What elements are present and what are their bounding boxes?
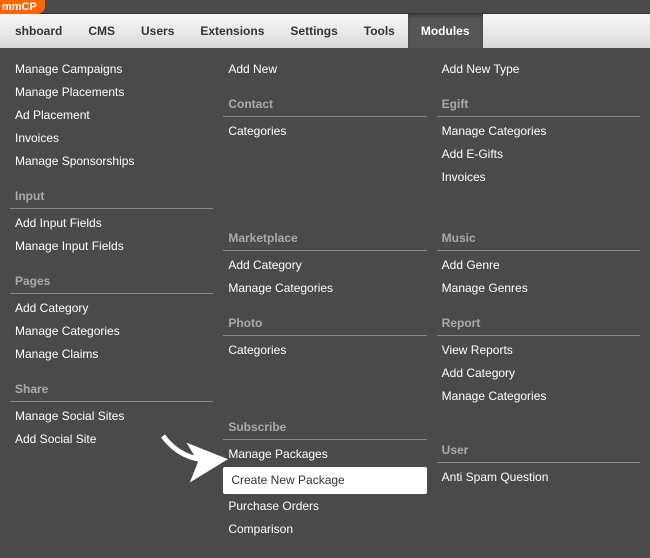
nav-cms[interactable]: CMS [75, 14, 128, 48]
menu-item[interactable]: Create New Package [223, 467, 426, 494]
menu-item[interactable]: Comparison [223, 518, 426, 541]
menu-item[interactable]: Manage Input Fields [10, 235, 213, 258]
section-heading: Egift [437, 93, 640, 117]
menu-item[interactable]: Add Category [437, 362, 640, 385]
menu-item[interactable]: Purchase Orders [223, 495, 426, 518]
menu-column: Add New TypeEgiftManage CategoriesAdd E-… [432, 58, 645, 553]
nav-shboard[interactable]: shboard [2, 14, 75, 48]
nav-extensions[interactable]: Extensions [187, 14, 277, 48]
menu-item[interactable]: Categories [223, 120, 426, 143]
menu-item[interactable]: Add Input Fields [10, 212, 213, 235]
menu-item[interactable]: Add New Type [437, 58, 640, 81]
menu-item[interactable]: Manage Categories [10, 320, 213, 343]
menu-item[interactable]: Manage Claims [10, 343, 213, 366]
modules-dropdown: Manage CampaignsManage PlacementsAd Plac… [0, 48, 650, 558]
menu-item[interactable]: Categories [223, 339, 426, 362]
main-nav: shboardCMSUsersExtensionsSettingsToolsMo… [0, 14, 650, 48]
section-heading: Report [437, 312, 640, 336]
menu-item[interactable]: Add New [223, 58, 426, 81]
menu-item[interactable]: Manage Categories [223, 277, 426, 300]
menu-item[interactable]: Manage Categories [437, 120, 640, 143]
menu-item[interactable]: View Reports [437, 339, 640, 362]
logo: mmCP [0, 0, 45, 14]
section-heading: Subscribe [223, 416, 426, 440]
top-bar: mmCP [0, 0, 650, 14]
menu-item[interactable]: Add Category [10, 297, 213, 320]
section-heading: Contact [223, 93, 426, 117]
menu-item[interactable]: Manage Sponsorships [10, 150, 213, 173]
menu-item[interactable]: Manage Social Sites [10, 405, 213, 428]
menu-item[interactable]: Manage Genres [437, 277, 640, 300]
menu-item[interactable]: Invoices [437, 166, 640, 189]
menu-item[interactable]: Manage Campaigns [10, 58, 213, 81]
section-heading: Music [437, 227, 640, 251]
menu-column: Manage CampaignsManage PlacementsAd Plac… [5, 58, 218, 553]
menu-column: Add New Contact Categories Marketplace Add C… [218, 58, 431, 553]
menu-item[interactable]: Add Category [223, 254, 426, 277]
nav-users[interactable]: Users [128, 14, 187, 48]
menu-item[interactable]: Manage Categories [437, 385, 640, 408]
menu-item[interactable]: Anti Spam Question [437, 466, 640, 489]
menu-item[interactable]: Add Genre [437, 254, 640, 277]
section-heading: User [437, 439, 640, 463]
nav-modules[interactable]: Modules [408, 14, 483, 48]
menu-item[interactable]: Ad Placement [10, 104, 213, 127]
section-heading: Pages [10, 270, 213, 294]
menu-item[interactable]: Add Social Site [10, 428, 213, 451]
section-heading: Input [10, 185, 213, 209]
section-heading: Marketplace [223, 227, 426, 251]
menu-item[interactable]: Manage Placements [10, 81, 213, 104]
nav-settings[interactable]: Settings [277, 14, 350, 48]
menu-item[interactable]: Invoices [10, 127, 213, 150]
menu-item[interactable]: Manage Packages [223, 443, 426, 466]
section-heading: Photo [223, 312, 426, 336]
nav-tools[interactable]: Tools [351, 14, 408, 48]
section-heading: Share [10, 378, 213, 402]
menu-item[interactable]: Add E-Gifts [437, 143, 640, 166]
